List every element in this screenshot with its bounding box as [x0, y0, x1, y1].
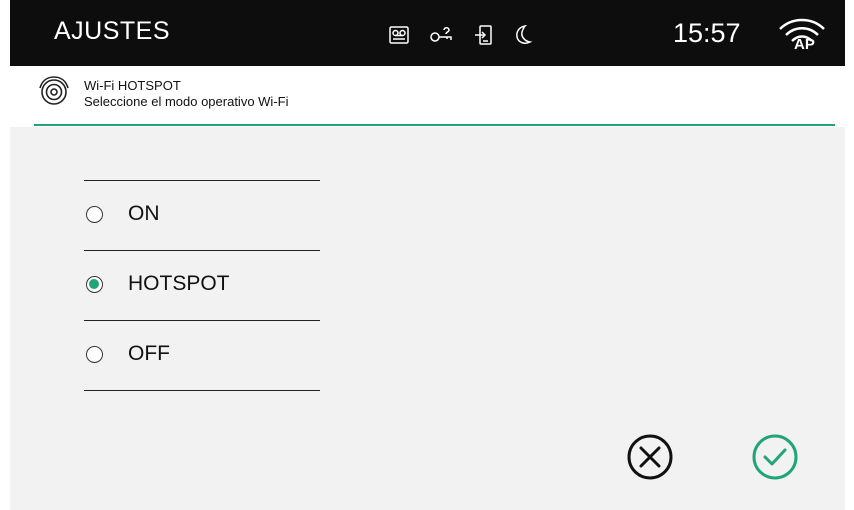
settings-screen: AJUSTES 15:57 AP Wi-Fi HOTSPOT Seleccion…: [0, 0, 854, 510]
section-header: Wi-Fi HOTSPOT Seleccione el modo operati…: [10, 66, 845, 128]
status-icons: [388, 24, 533, 46]
section-description: Seleccione el modo operativo Wi-Fi: [84, 94, 289, 109]
answering-machine-icon: [388, 24, 410, 46]
radio-off[interactable]: [86, 346, 103, 363]
hotspot-icon: [36, 74, 72, 115]
confirm-check-icon: [752, 434, 798, 480]
cancel-circle-icon: [627, 434, 673, 480]
moon-icon: [513, 24, 533, 46]
option-on[interactable]: ON: [84, 181, 320, 251]
section-title: Wi-Fi HOTSPOT: [84, 78, 181, 93]
door-entry-icon: [474, 24, 494, 46]
key-icon: [429, 24, 455, 46]
option-off[interactable]: OFF: [84, 321, 320, 391]
option-label-hotspot: HOTSPOT: [128, 272, 230, 295]
clock: 15:57: [673, 18, 741, 48]
wifi-mode-options: ON HOTSPOT OFF: [84, 180, 320, 391]
page-title: AJUSTES: [54, 17, 171, 45]
option-label-on: ON: [128, 202, 160, 225]
top-status-bar: AJUSTES 15:57 AP: [10, 0, 845, 66]
wifi-ap-icon: AP: [776, 15, 828, 56]
header-divider: [34, 124, 835, 126]
cancel-button[interactable]: [620, 427, 680, 487]
radio-hotspot[interactable]: [86, 276, 103, 293]
option-label-off: OFF: [128, 342, 170, 365]
confirm-button[interactable]: [745, 427, 805, 487]
wifi-ap-badge: AP: [794, 36, 815, 51]
content-area: ON HOTSPOT OFF: [10, 127, 845, 510]
radio-on[interactable]: [86, 206, 103, 223]
option-hotspot[interactable]: HOTSPOT: [84, 251, 320, 321]
